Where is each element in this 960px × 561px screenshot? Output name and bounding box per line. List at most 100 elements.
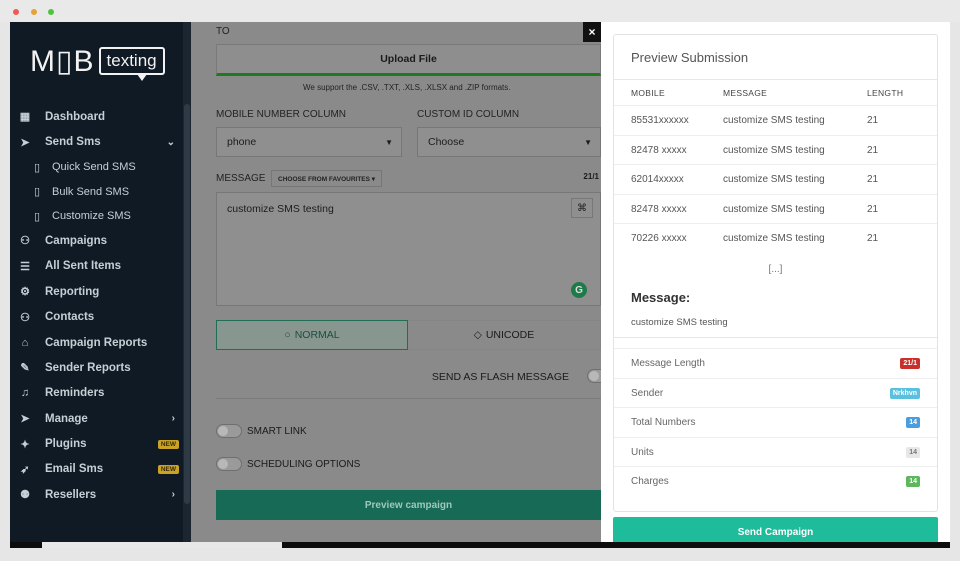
summary-badge: 14: [906, 476, 920, 487]
cell-message: customize SMS testing: [723, 144, 825, 156]
sidebar-item-campaign-reports[interactable]: ⌂ Campaign Reports: [10, 330, 183, 355]
preview-campaign-button[interactable]: Preview campaign: [216, 490, 601, 520]
table-row: 62014xxxxx customize SMS testing 21: [614, 164, 937, 194]
sidebar-item-bulk-send-sms[interactable]: ▯ Bulk Send SMS: [10, 179, 183, 204]
cell-length: 21: [867, 144, 879, 156]
sidebar-item-plugins[interactable]: ✦ Plugins NEW: [10, 431, 183, 456]
scheduling-label: SCHEDULING OPTIONS: [247, 459, 361, 470]
message-label: MESSAGE: [216, 173, 266, 184]
cell-length: 21: [867, 233, 879, 244]
sidebar-item-quick-send-sms[interactable]: ▯ Quick Send SMS: [10, 155, 183, 180]
cell-length: 21: [867, 203, 879, 215]
bell-icon: ♫: [20, 387, 30, 400]
normal-label: NORMAL: [294, 329, 340, 341]
logo: M▯B texting: [30, 38, 165, 84]
scrollbar-thumb[interactable]: [184, 104, 190, 504]
close-window-icon[interactable]: [13, 9, 19, 15]
contacts-icon: ⚇: [20, 311, 30, 324]
table-row: 82478 xxxxx customize SMS testing 21: [614, 193, 937, 224]
command-icon[interactable]: ⌘: [571, 198, 593, 218]
grammarly-icon[interactable]: G: [571, 282, 587, 298]
sidebar-item-sender-reports[interactable]: ✎ Sender Reports: [10, 355, 183, 380]
table-row: 85531xxxxxx customize SMS testing 21: [614, 105, 937, 135]
sidebar-item-label: All Sent Items: [45, 260, 122, 273]
phone-icon: ▯: [33, 161, 41, 174]
app-window: M▯B texting ▦ Dashboard ➤ Send Sms ⌄ ▯ Quick S…: [10, 22, 950, 548]
sidebar-item-send-sms[interactable]: ➤ Send Sms ⌄: [10, 129, 183, 154]
tag-icon: ◇: [473, 329, 482, 341]
sidebar-item-label: Send Sms: [45, 136, 101, 149]
summary-row: Message Length 21/1: [614, 348, 937, 378]
sidebar-item-label: Quick Send SMS: [52, 161, 136, 174]
sidebar-item-label: Contacts: [45, 311, 95, 324]
new-badge: NEW: [157, 439, 179, 449]
close-icon[interactable]: ×: [583, 22, 601, 42]
sidebar-scrollbar[interactable]: [183, 22, 191, 548]
cell-length: 21: [867, 115, 879, 126]
sidebar-item-email-sms[interactable]: ➶ Email Sms NEW: [10, 457, 183, 482]
upload-file-button[interactable]: Upload File: [216, 44, 601, 76]
divider: [216, 398, 601, 399]
sidebar-item-label: Plugins: [45, 438, 87, 451]
cell-length: 21: [867, 174, 879, 185]
smart-link-toggle[interactable]: [216, 424, 242, 438]
sidebar-item-customize-sms[interactable]: ▯ Customize SMS: [10, 204, 183, 229]
normal-encoding-tab[interactable]: ○ NORMAL: [216, 320, 408, 350]
sidebar-item-reminders[interactable]: ♫ Reminders: [10, 381, 183, 406]
preview-card: Preview Submission MOBILE MESSAGE LENGTH…: [613, 34, 938, 512]
message-heading: Message:: [631, 290, 691, 305]
logo-word: texting: [98, 47, 165, 81]
sidebar-item-dashboard[interactable]: ▦ Dashboard: [10, 104, 183, 129]
chevron-down-icon: ▼: [584, 137, 592, 147]
sidebar-item-reporting[interactable]: ⚙ Reporting: [10, 279, 183, 304]
unicode-label: UNICODE: [485, 329, 535, 341]
gear-icon: ⚙: [20, 286, 30, 299]
minimize-window-icon[interactable]: [31, 9, 37, 15]
summary-row: Total Numbers 14: [614, 407, 937, 437]
sidebar-item-label: Campaigns: [45, 234, 107, 247]
sidebar-item-resellers[interactable]: ⚉ Resellers ›: [10, 482, 183, 507]
campaign-form: TO Upload File We support the .CSV, .TXT…: [191, 22, 613, 548]
summary-row: Charges 14: [614, 466, 937, 496]
grid-icon: ▦: [19, 111, 31, 124]
plug-icon: ✦: [20, 438, 30, 451]
cell-mobile: 82478 xxxxx: [631, 203, 687, 215]
chevron-icon: ›: [171, 489, 175, 501]
sidebar-item-label: Campaign Reports: [45, 336, 148, 349]
paper-plane-icon: ➶: [20, 463, 30, 476]
summary-badge: 21/1: [900, 358, 920, 369]
send-icon: ➤: [20, 136, 30, 149]
scheduling-toggle[interactable]: [216, 457, 242, 471]
phone-icon: ▯: [33, 210, 41, 223]
unicode-encoding-tab[interactable]: ◇ UNICODE: [408, 320, 601, 350]
custom-id-select[interactable]: Choose ▼: [417, 127, 601, 157]
window-titlebar: [0, 0, 960, 22]
sidebar-item-label: Reminders: [45, 387, 105, 400]
logo-mark: M▯B: [30, 44, 95, 78]
cell-mobile: 82478 xxxxx: [631, 144, 687, 156]
mobile-column-select[interactable]: phone ▼: [216, 127, 402, 157]
smart-link-label: SMART LINK: [247, 426, 307, 437]
choose-favourites-button[interactable]: CHOOSE FROM FAVOURITES ▾: [271, 170, 383, 187]
cell-mobile: 62014xxxxx: [631, 174, 684, 185]
summary-label: Charges: [631, 476, 669, 487]
maximize-window-icon[interactable]: [48, 9, 54, 15]
sidebar-item-all-sent-items[interactable]: ☰ All Sent Items: [10, 254, 183, 279]
sidebar-item-contacts[interactable]: ⚇ Contacts: [10, 304, 183, 329]
send-icon: ➤: [20, 413, 30, 426]
sidebar-item-manage[interactable]: ➤ Manage ›: [10, 406, 183, 431]
user-add-icon: ⚉: [20, 489, 30, 502]
message-text: customize SMS testing: [227, 203, 334, 215]
summary-row: Units 14: [614, 436, 937, 467]
table-row: 70226 xxxxx customize SMS testing 21: [614, 223, 937, 253]
message-textarea[interactable]: customize SMS testing: [216, 192, 601, 306]
column-header-length: LENGTH: [867, 88, 904, 98]
sidebar-item-campaigns[interactable]: ⚇ Campaigns: [10, 228, 183, 253]
summary-badge: Nrkhvn: [889, 387, 920, 399]
phone-icon: ▯: [33, 186, 41, 199]
sidebar-item-label: Customize SMS: [52, 210, 131, 223]
cell-message: customize SMS testing: [723, 233, 825, 244]
summary-badge: 14: [906, 417, 920, 428]
pen-icon: ✎: [20, 362, 30, 375]
cell-message: customize SMS testing: [723, 115, 825, 126]
